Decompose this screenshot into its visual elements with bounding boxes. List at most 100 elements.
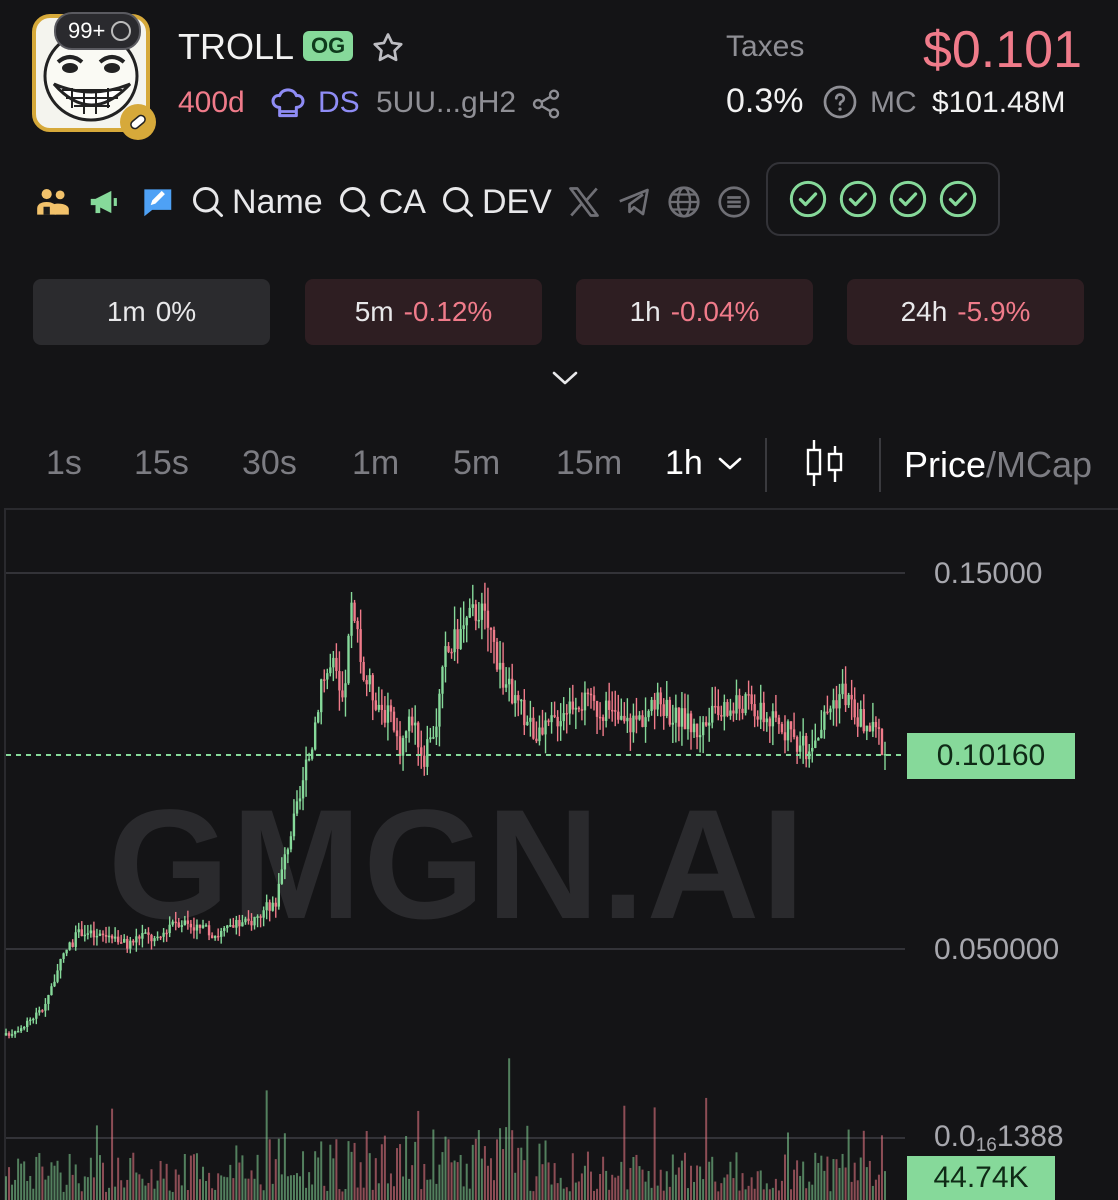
star-icon[interactable] <box>370 30 406 71</box>
stat-1h[interactable]: 1h -0.04% <box>576 279 813 345</box>
volume-bar <box>593 1190 596 1200</box>
volume-bar <box>292 1175 295 1200</box>
volume-bar <box>808 1181 811 1200</box>
candle-body <box>213 935 217 939</box>
volume-bar <box>641 1169 644 1200</box>
timeframe-15s[interactable]: 15s <box>134 444 189 483</box>
candle-body <box>695 723 699 738</box>
volume-bar <box>420 1189 423 1200</box>
volume-bar <box>335 1139 338 1200</box>
volume-tag: 44.74K <box>907 1156 1055 1200</box>
volume-bar <box>71 1174 74 1200</box>
candle-body <box>614 710 617 712</box>
candle-body <box>786 721 790 741</box>
holders-icon[interactable] <box>34 183 72 221</box>
candle-body <box>32 1018 35 1021</box>
candle-body <box>795 736 799 752</box>
candle-body <box>520 699 523 702</box>
candle-body <box>344 683 347 698</box>
candle-body <box>435 726 438 738</box>
search-dev-link[interactable]: DEV <box>440 183 552 222</box>
search-name-link[interactable]: Name <box>190 183 323 222</box>
token-avatar[interactable]: 99+ <box>32 12 156 140</box>
stat-24h[interactable]: 24h -5.9% <box>847 279 1084 345</box>
volume-bar <box>874 1179 877 1200</box>
timeframe-1m[interactable]: 1m <box>352 444 399 483</box>
stat-1m[interactable]: 1m 0% <box>33 279 270 345</box>
candle-body <box>132 940 135 943</box>
candle-body <box>153 938 156 942</box>
volume-bar <box>344 1189 347 1200</box>
help-icon[interactable] <box>822 84 858 125</box>
volume-bar <box>620 1161 623 1200</box>
volume-bar <box>283 1133 286 1200</box>
notification-badge[interactable]: 99+ <box>54 12 142 50</box>
candle-body <box>604 700 608 721</box>
candle-body <box>532 717 535 739</box>
list-menu-icon[interactable] <box>716 184 752 220</box>
website-globe-icon[interactable] <box>666 184 702 220</box>
volume-bar <box>274 1159 277 1200</box>
candle-body <box>659 692 662 705</box>
volume-bar <box>101 1162 104 1200</box>
share-icon[interactable] <box>530 88 562 125</box>
telegram-icon[interactable] <box>616 184 652 220</box>
candle-body <box>735 695 738 714</box>
volume-bar <box>174 1169 177 1200</box>
edit-note-icon[interactable] <box>138 183 176 221</box>
candle-body <box>529 717 532 722</box>
mcap-option[interactable]: MCap <box>996 444 1092 485</box>
volume-bar <box>586 1151 589 1200</box>
price-mcap-toggle[interactable]: Price/MCap <box>904 444 1092 486</box>
volume-bar <box>144 1185 147 1200</box>
candle-body <box>717 706 720 716</box>
candlestick-chart[interactable] <box>0 508 1118 1200</box>
divider <box>765 438 767 492</box>
volume-bar <box>765 1183 768 1200</box>
candle-body <box>774 711 778 718</box>
candle-body <box>865 725 869 732</box>
timeframe-30s[interactable]: 30s <box>242 444 297 483</box>
timeframe-5m[interactable]: 5m <box>453 444 500 483</box>
security-checks[interactable] <box>766 162 1000 236</box>
chevron-down-icon[interactable] <box>550 366 580 395</box>
candle-body <box>771 711 775 727</box>
timeframe-1h[interactable]: 1h <box>665 444 744 483</box>
stat-5m[interactable]: 5m -0.12% <box>305 279 542 345</box>
megaphone-icon[interactable] <box>86 183 124 221</box>
candle-body <box>501 662 505 688</box>
volume-bar <box>496 1139 499 1200</box>
volume-bar <box>683 1152 686 1200</box>
candle-body <box>565 713 568 715</box>
volume-bar <box>414 1141 417 1200</box>
x-twitter-icon[interactable] <box>566 184 602 220</box>
price-option[interactable]: Price <box>904 444 986 485</box>
candle-body <box>295 801 299 814</box>
candle-body <box>386 705 390 723</box>
volume-bar <box>371 1189 374 1200</box>
candle-body <box>704 722 708 726</box>
volume-bar <box>205 1180 208 1200</box>
volume-bar <box>535 1176 538 1200</box>
candle-body <box>444 646 447 667</box>
search-ca-link[interactable]: CA <box>337 183 426 222</box>
y-tick-label: 0.050000 <box>934 933 1060 966</box>
volume-bar <box>138 1174 141 1200</box>
volume-bar <box>323 1185 326 1200</box>
candle-body <box>607 700 611 710</box>
volume-bar <box>505 1127 508 1200</box>
timeframe-1s[interactable]: 1s <box>46 444 82 483</box>
dev-tag[interactable]: DS <box>318 86 360 120</box>
volume-bar <box>547 1162 550 1200</box>
contract-address[interactable]: 5UU...gH2 <box>376 86 516 120</box>
search-ca-label: CA <box>378 182 426 221</box>
volume-bar <box>229 1164 232 1200</box>
volume-bar <box>423 1163 426 1200</box>
candle-body <box>359 629 362 662</box>
volume-bar <box>599 1174 602 1200</box>
chevron-down-icon <box>718 457 742 470</box>
candle-body <box>459 629 462 649</box>
candle-body <box>223 928 226 931</box>
timeframe-15m[interactable]: 15m <box>556 444 622 483</box>
candlestick-icon[interactable] <box>804 438 846 497</box>
